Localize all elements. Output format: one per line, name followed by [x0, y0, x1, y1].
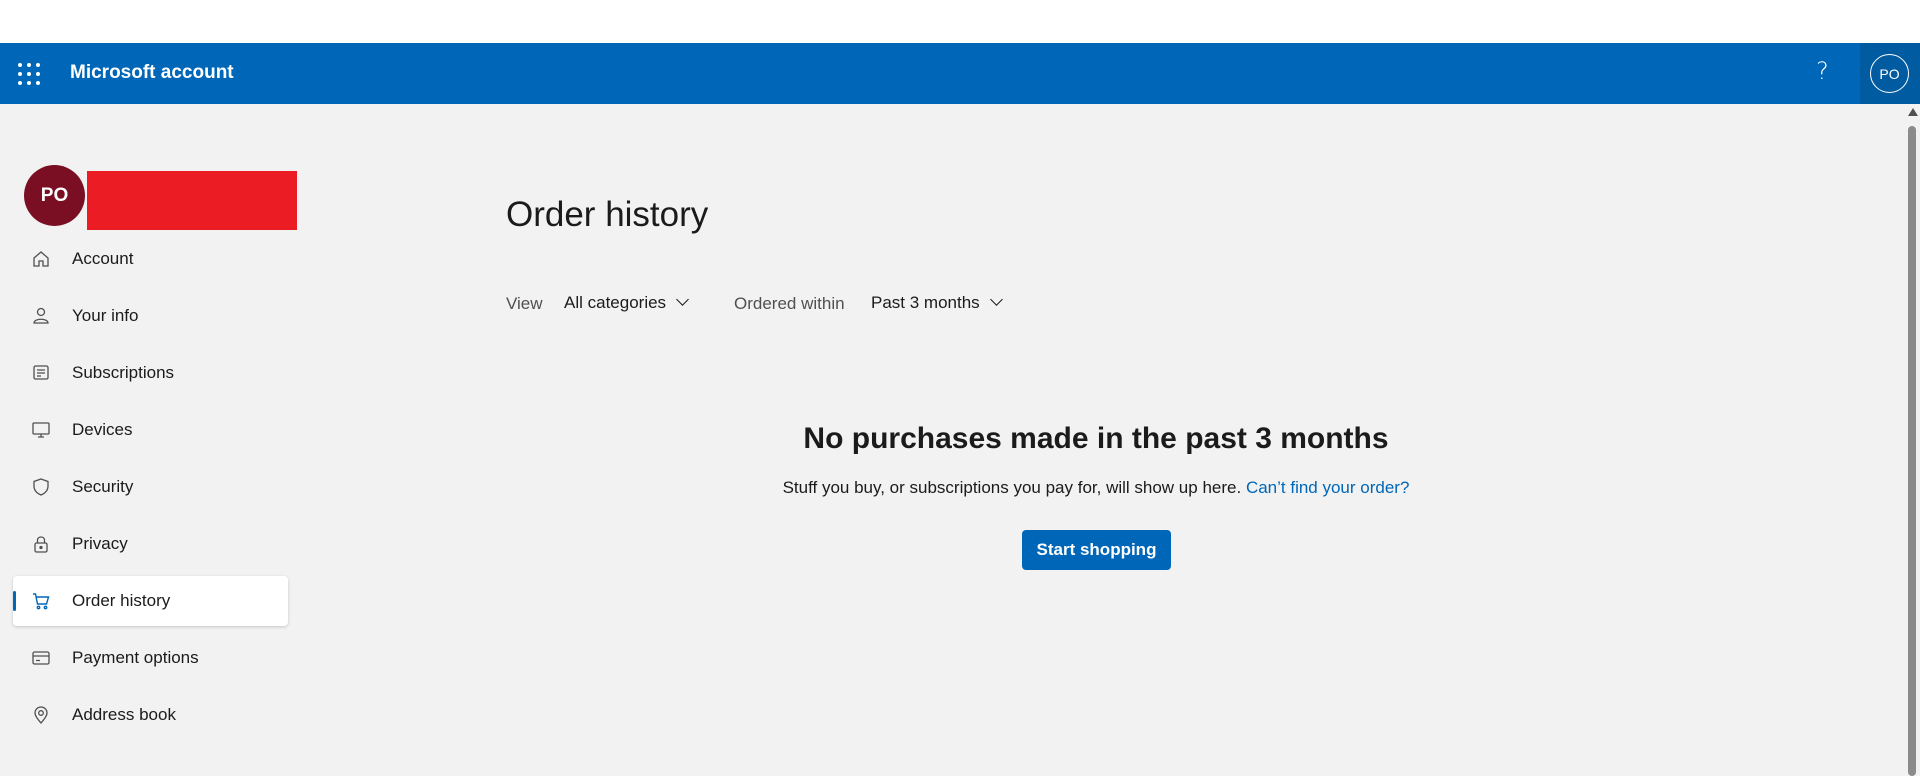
- sidebar-item-label: Address book: [72, 705, 176, 724]
- sidebar-item-label: Payment options: [72, 648, 199, 667]
- empty-state-description: Stuff you buy, or subscriptions you pay …: [0, 478, 1920, 498]
- sidebar-item-subscriptions[interactable]: Subscriptions: [13, 348, 288, 398]
- chevron-down-icon: [676, 293, 689, 306]
- sidebar-item-payment-options[interactable]: Payment options: [13, 633, 288, 683]
- sidebar-item-order-history[interactable]: Order history: [13, 576, 288, 626]
- sidebar-item-privacy[interactable]: Privacy: [13, 519, 288, 569]
- view-category-value: All categories: [564, 293, 667, 312]
- ordered-within-dropdown[interactable]: Past 3 months: [871, 293, 1003, 313]
- subscriptions-icon: [31, 363, 51, 383]
- top-nav-bar: Microsoft account ? PO: [0, 43, 1920, 104]
- account-manager[interactable]: PO: [1860, 43, 1920, 104]
- sidebar-item-label: Account: [72, 249, 134, 268]
- start-shopping-button[interactable]: Start shopping: [1022, 530, 1171, 570]
- empty-state-title: No purchases made in the past 3 months: [803, 422, 1389, 455]
- redacted-name-block: [87, 171, 297, 230]
- help-icon[interactable]: ?: [1816, 57, 1829, 85]
- sidebar-item-label: Your info: [72, 306, 139, 325]
- view-filter-label: View: [506, 294, 543, 313]
- credit-card-icon: [31, 648, 51, 668]
- chevron-down-icon: [989, 293, 1003, 306]
- sidebar-item-address-book[interactable]: Address book: [13, 690, 288, 740]
- home-icon: [31, 249, 51, 269]
- page-title: Order history: [506, 195, 709, 235]
- sidebar-item-label: Order history: [72, 591, 171, 610]
- profile-avatar: PO: [24, 165, 85, 226]
- cart-icon: [31, 591, 51, 611]
- empty-state-text: Stuff you buy, or subscriptions you pay …: [782, 478, 1242, 497]
- avatar[interactable]: PO: [1870, 54, 1909, 93]
- cant-find-order-link[interactable]: Can’t find your order?: [1246, 478, 1409, 497]
- main-content-area: PO Account Your info Subscriptions Devic…: [0, 104, 1904, 776]
- ordered-within-value: Past 3 months: [871, 293, 980, 312]
- lock-icon: [31, 534, 51, 554]
- person-icon: [31, 306, 51, 326]
- app-title[interactable]: Microsoft account: [70, 62, 234, 84]
- ordered-within-label: Ordered within: [734, 294, 845, 313]
- scroll-thumb[interactable]: [1908, 126, 1916, 776]
- location-pin-icon: [31, 705, 51, 725]
- sidebar-item-account[interactable]: Account: [13, 234, 288, 284]
- view-category-dropdown[interactable]: All categories: [564, 293, 689, 313]
- sidebar-item-label: Subscriptions: [72, 363, 175, 382]
- sidebar-item-label: Privacy: [72, 534, 128, 553]
- scroll-up-arrow-icon[interactable]: [1908, 108, 1918, 116]
- vertical-scrollbar[interactable]: [1904, 104, 1920, 776]
- app-launcher-icon[interactable]: [18, 63, 40, 85]
- sidebar-item-your-info[interactable]: Your info: [13, 291, 288, 341]
